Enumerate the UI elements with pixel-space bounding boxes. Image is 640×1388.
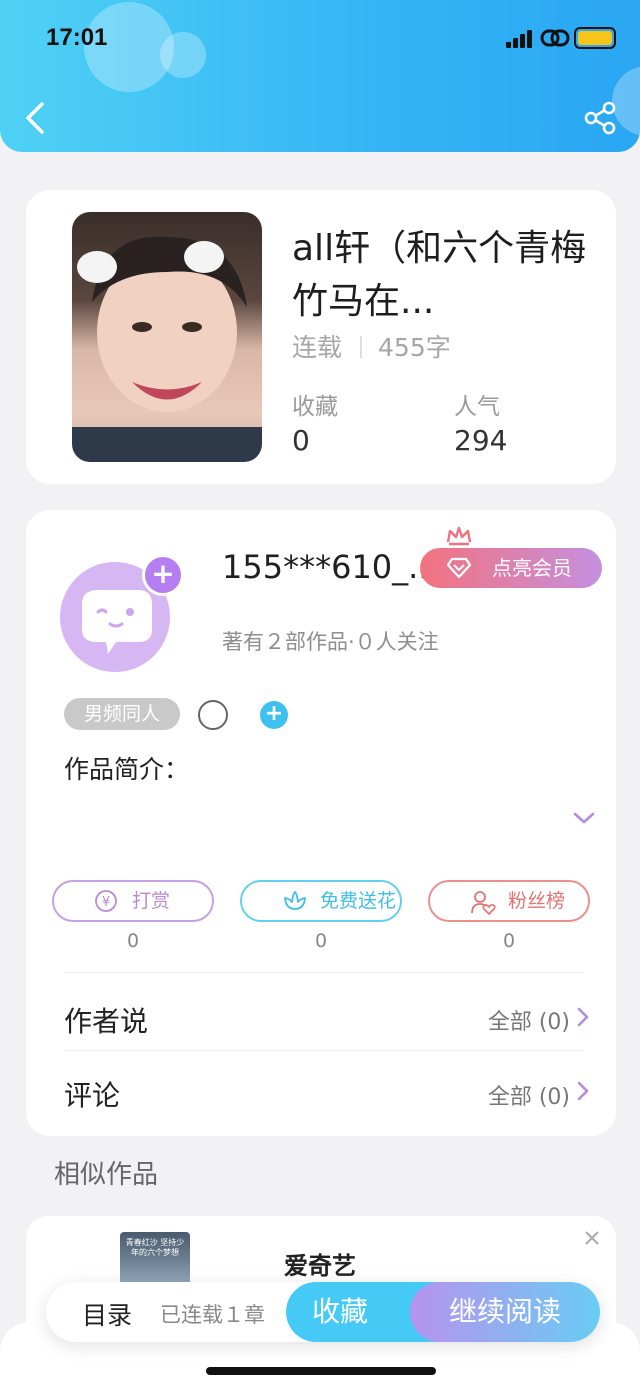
back-icon[interactable] (20, 98, 50, 138)
vip-button[interactable]: 点亮会员 (420, 548, 602, 588)
toc-button[interactable]: 目录 (82, 1296, 132, 1332)
intro-label: 作品简介： (64, 755, 190, 784)
book-word-count: 455字 (378, 333, 451, 362)
reward-count: 0 (126, 930, 140, 952)
decor-bubble (160, 32, 206, 78)
fan-count: 0 (502, 930, 516, 952)
book-cover-image[interactable] (72, 212, 262, 462)
status-time: 17:01 (46, 24, 108, 51)
vip-label: 点亮会员 (492, 556, 572, 580)
flower-icon (284, 891, 306, 910)
similar-work-name[interactable]: 爱奇艺 (284, 1246, 356, 1281)
similar-work-thumbnail[interactable]: 青春红沙 坚持少年的六个梦想 (120, 1232, 190, 1288)
book-status: 连载 (292, 333, 343, 362)
signal-icon (506, 30, 536, 48)
comments-title[interactable]: 评论 (64, 1074, 120, 1114)
cover-portrait (72, 236, 262, 462)
reward-button[interactable]: ¥ 打赏 (52, 880, 214, 922)
header: 17:01 (0, 0, 640, 152)
author-name[interactable]: 155***610_... (222, 548, 439, 586)
book-title: all轩（和六个青梅竹马在... (292, 228, 587, 322)
flower-count: 0 (314, 930, 328, 952)
popularity-label: 人气 (454, 394, 500, 420)
user-heart-icon (471, 891, 496, 915)
chevron-right-icon[interactable] (576, 1006, 590, 1028)
share-icon[interactable] (582, 100, 618, 136)
divider (64, 1050, 584, 1051)
follow-plus-button[interactable]: + (142, 554, 184, 596)
svg-text:¥: ¥ (102, 895, 110, 910)
author-card: + 155***610_... 点亮会员 著有２部作品·０人关注 男频同人 + … (26, 510, 616, 1136)
send-flower-button[interactable]: 免费送花 (240, 880, 402, 922)
author-says-title[interactable]: 作者说 (64, 1000, 148, 1040)
popularity-value: 294 (454, 424, 508, 457)
add-tag-button[interactable]: + (260, 701, 288, 729)
bottom-action-bar: 目录 已连载１章 收藏 继续阅读 (46, 1282, 600, 1342)
reward-label: 打赏 (132, 890, 171, 912)
chevron-right-icon[interactable] (576, 1080, 590, 1102)
book-meta: 连载 455字 (292, 328, 451, 364)
book-info-card: all轩（和六个青梅竹马在... 连载 455字 收藏 0 人气 294 (26, 190, 616, 484)
fan-ranking-button[interactable]: 粉丝榜 (428, 880, 590, 922)
chevron-down-icon[interactable] (572, 810, 596, 826)
author-works-follow: 著有２部作品·０人关注 (222, 630, 439, 654)
comments-all-link[interactable]: 全部 (0) (488, 1079, 570, 1111)
link-icon (540, 29, 570, 47)
favorites-value: 0 (292, 424, 310, 457)
diamond-icon (446, 557, 472, 579)
battery-icon (574, 27, 616, 49)
tag-circle-icon[interactable] (198, 700, 228, 730)
yen-icon: ¥ (95, 890, 117, 912)
home-indicator[interactable] (206, 1367, 436, 1375)
close-icon[interactable] (584, 1230, 600, 1246)
thumbnail-caption: 青春红沙 坚持少年的六个梦想 (125, 1238, 185, 1257)
favorites-label: 收藏 (292, 394, 338, 420)
serial-status: 已连载１章 (160, 1303, 265, 1327)
divider (64, 972, 584, 973)
continue-reading-button[interactable]: 继续阅读 (410, 1282, 600, 1342)
crown-icon (446, 526, 472, 546)
fan-ranking-label: 粉丝榜 (508, 890, 566, 912)
genre-tag[interactable]: 男频同人 (64, 698, 180, 730)
author-says-all-link[interactable]: 全部 (0) (488, 1004, 570, 1036)
similar-works-heading: 相似作品 (54, 1160, 159, 1190)
send-flower-label: 免费送花 (320, 890, 397, 912)
